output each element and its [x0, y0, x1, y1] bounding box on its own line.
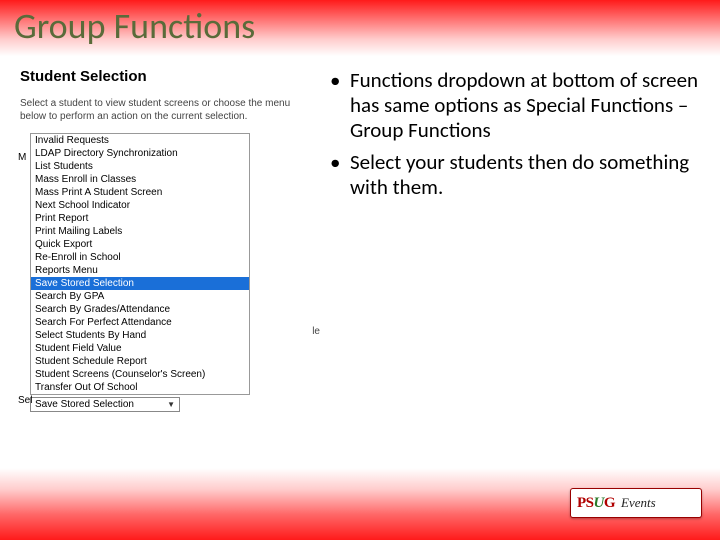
left-column: Student Selection Select a student to vi… — [20, 68, 310, 412]
right-column: Functions dropdown at bottom of screen h… — [330, 68, 700, 412]
dropdown-item[interactable]: Quick Export — [31, 238, 249, 251]
functions-select[interactable]: Save Stored Selection ▼ — [30, 397, 180, 412]
dropdown-item[interactable]: Reports Menu — [31, 264, 249, 277]
chevron-down-icon: ▼ — [167, 400, 175, 409]
bullet-item: Functions dropdown at bottom of screen h… — [330, 68, 700, 144]
dropdown-item[interactable]: Print Mailing Labels — [31, 225, 249, 238]
slide-title: Group Functions — [14, 4, 255, 48]
select-value: Save Stored Selection — [35, 399, 134, 410]
dropdown-item[interactable]: Mass Print A Student Screen — [31, 186, 249, 199]
dropdown-item[interactable]: Student Screens (Counselor's Screen) — [31, 368, 249, 381]
logo-text-ps: PSUG — [577, 495, 615, 512]
dropdown-item[interactable]: Mass Enroll in Classes — [31, 173, 249, 186]
dropdown-item[interactable]: Student Field Value — [31, 342, 249, 355]
psug-events-logo: PSUG Events — [570, 488, 702, 518]
dropdown-item[interactable]: Transfer Out Of School — [31, 381, 249, 394]
dropdown-item[interactable]: Re-Enroll in School — [31, 251, 249, 264]
top-gradient: Group Functions — [0, 0, 720, 56]
functions-dropdown-list[interactable]: Invalid RequestsLDAP Directory Synchroni… — [30, 133, 250, 395]
m-label: M — [18, 152, 26, 163]
bullet-list: Functions dropdown at bottom of screen h… — [330, 68, 700, 200]
dropdown-item[interactable]: Search By Grades/Attendance — [31, 303, 249, 316]
logo-text-events: Events — [621, 495, 656, 511]
content-area: Student Selection Select a student to vi… — [0, 56, 720, 412]
dropdown-item[interactable]: Print Report — [31, 212, 249, 225]
instruction-text: Select a student to view student screens… — [20, 97, 310, 123]
dropdown-item[interactable]: Save Stored Selection — [31, 277, 249, 290]
dropdown-item[interactable]: Next School Indicator — [31, 199, 249, 212]
dropdown-item[interactable]: Select Students By Hand — [31, 329, 249, 342]
dropdown-item[interactable]: Search By GPA — [31, 290, 249, 303]
bullet-item: Select your students then do something w… — [330, 150, 700, 200]
dropdown-item[interactable]: List Students — [31, 160, 249, 173]
dropdown-item[interactable]: LDAP Directory Synchronization — [31, 147, 249, 160]
dropdown-item[interactable]: Invalid Requests — [31, 134, 249, 147]
sel-label: Sel — [18, 395, 32, 406]
partial-text: le — [312, 326, 320, 337]
dropdown-item[interactable]: Search For Perfect Attendance — [31, 316, 249, 329]
section-heading: Student Selection — [20, 68, 310, 85]
dropdown-item[interactable]: Student Schedule Report — [31, 355, 249, 368]
